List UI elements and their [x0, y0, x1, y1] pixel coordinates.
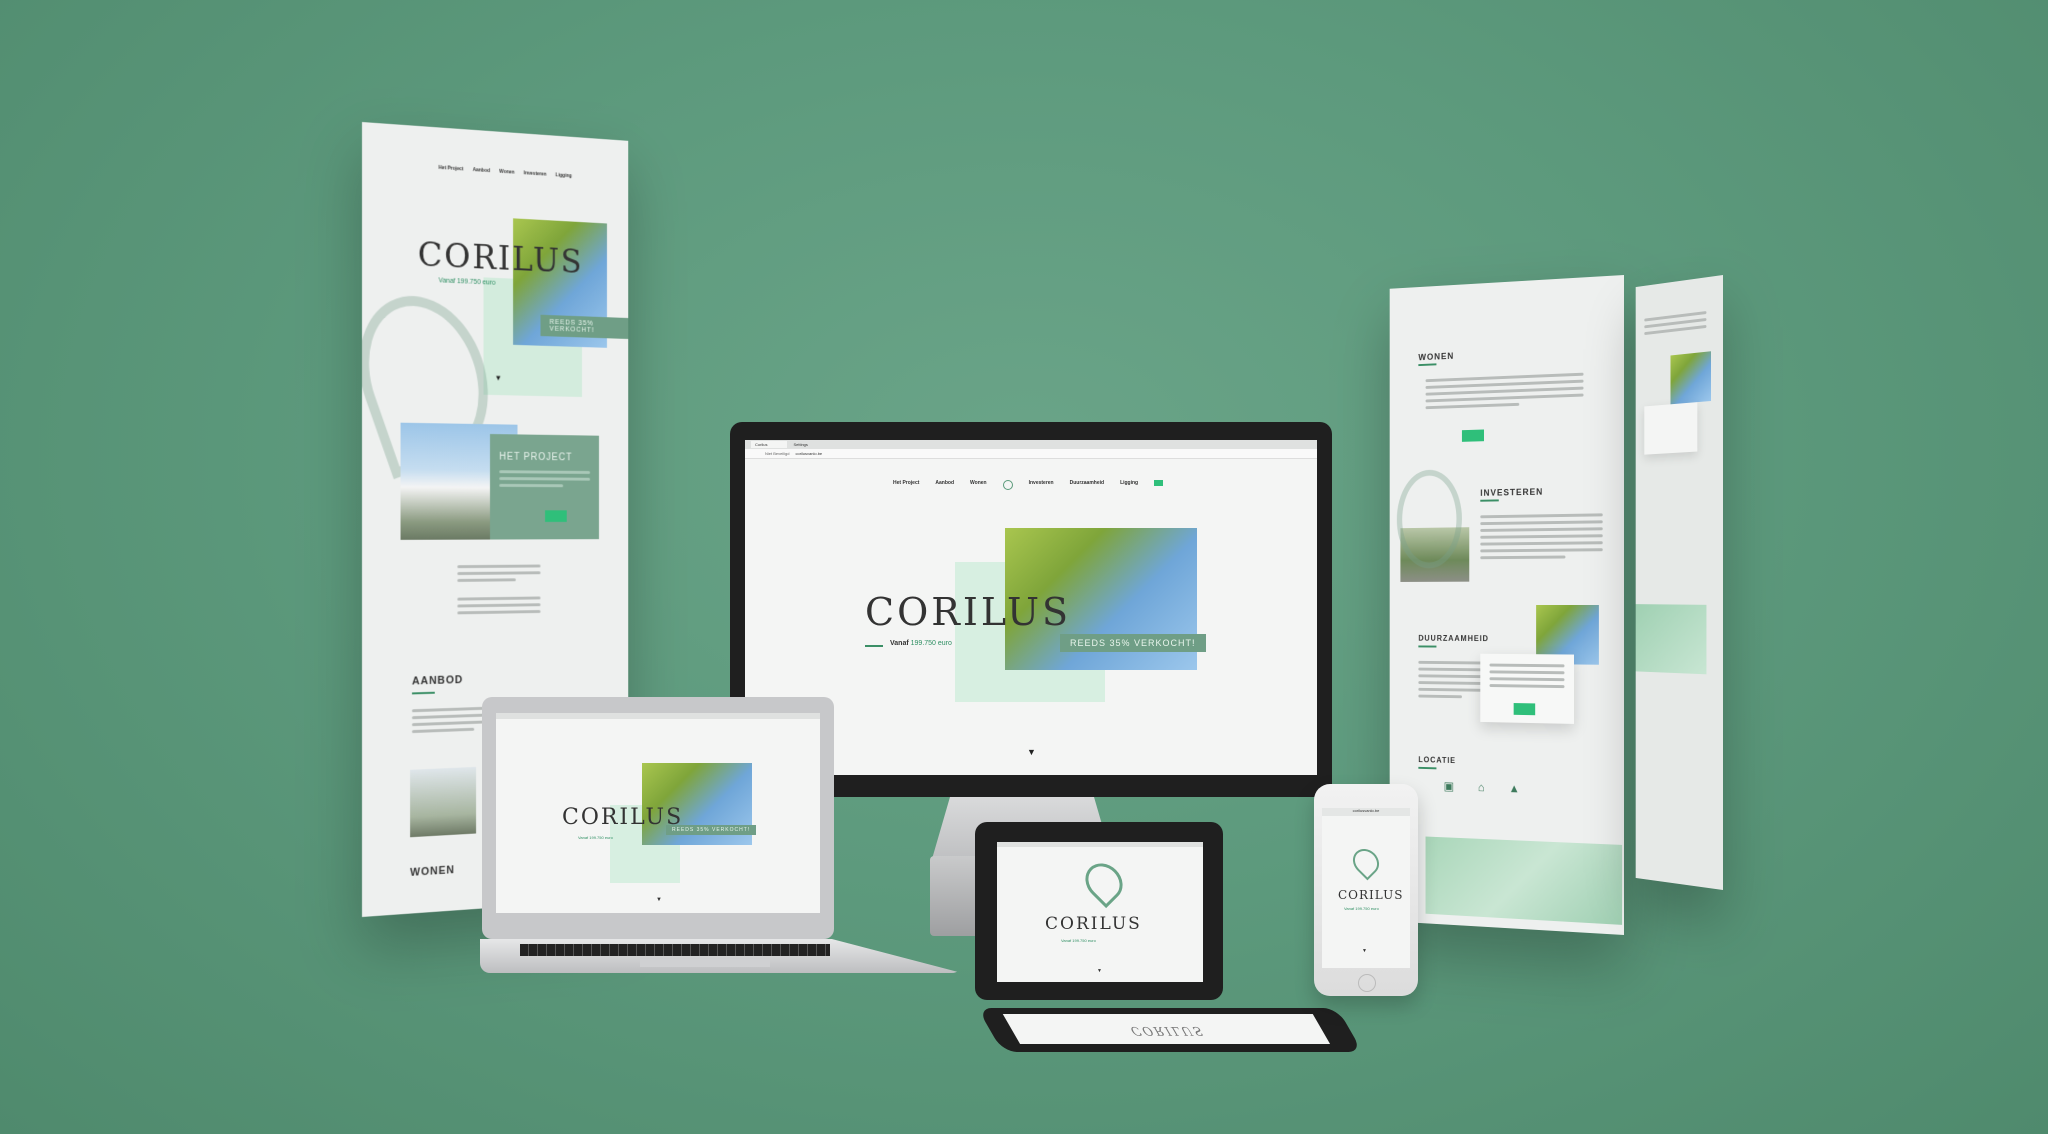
tablet-leaf-logo-icon	[1077, 855, 1131, 909]
investeren-text-block	[1480, 509, 1603, 563]
nav-aanbod[interactable]: Aanbod	[473, 167, 490, 174]
laptop-sold-badge: REEDS 35% VERKOCHT!	[666, 825, 757, 835]
back-panel-text	[1644, 307, 1707, 339]
section-het-project-title: HET PROJECT	[499, 451, 573, 464]
tablet: CORILUS Vanaf 199.750 euro ▼	[975, 822, 1223, 1000]
nav-ligging[interactable]: Ligging	[556, 172, 572, 179]
duurzaamheid-underline	[1418, 645, 1437, 648]
locatie-underline	[1418, 766, 1437, 770]
mail-icon[interactable]	[1154, 480, 1164, 486]
duurzaamheid-card	[1480, 653, 1574, 724]
tablet-flat-screen: CORILUS	[1002, 1014, 1331, 1044]
nav-ligging-main[interactable]: Ligging	[1120, 480, 1138, 490]
nav-wonen[interactable]: Wonen	[499, 169, 514, 176]
address-url[interactable]: corilusvanlo.be	[795, 451, 822, 456]
aanbod-underline	[412, 691, 435, 695]
main-nav: Het Project Aanbod Wonen Investeren Duur…	[893, 480, 1164, 490]
duurzaamheid-button[interactable]	[1513, 703, 1536, 716]
left-section-wonen-title: WONEN	[410, 864, 455, 879]
back-panel-map	[1635, 604, 1707, 675]
laptop-subtitle: Vanaf 199.750 euro	[578, 835, 613, 840]
basket-icon: ⌂	[1477, 780, 1485, 795]
section-duurzaamheid-title: DUURZAAMHEID	[1418, 633, 1489, 644]
right-webpage-panel: WONEN INVESTEREN DUURZAAMHEID LOCATIE ▣ …	[1389, 275, 1624, 935]
locatie-map	[1425, 836, 1623, 925]
phone-leaf-logo-icon	[1347, 843, 1385, 881]
nav-investeren-main[interactable]: Investeren	[1029, 480, 1054, 490]
shop-icon: ▣	[1443, 779, 1455, 794]
phone-subtitle: Vanaf 199.750 euro	[1344, 906, 1379, 911]
nav-investeren[interactable]: Investeren	[524, 170, 547, 177]
phone-url[interactable]: corilusvanlo.be	[1322, 808, 1410, 816]
project-text-block	[457, 561, 541, 619]
scroll-down-icon-main[interactable]: ▼	[1027, 747, 1036, 757]
nav-aanbod-main[interactable]: Aanbod	[935, 480, 954, 490]
laptop-scroll-icon[interactable]: ▼	[656, 897, 662, 903]
wonen-underline	[1418, 363, 1437, 367]
tablet-subtitle: Vanaf 199.750 euro	[1061, 938, 1096, 943]
laptop: CORILUS Vanaf 199.750 euro REEDS 35% VER…	[480, 697, 962, 977]
section-aanbod-title: AANBOD	[412, 674, 464, 688]
wonen-text-block	[1425, 369, 1584, 413]
left-panel-nav: Het Project Aanbod Wonen Investeren Ligg…	[439, 165, 572, 179]
section-investeren-title: INVESTEREN	[1480, 486, 1544, 498]
left-subtitle: Vanaf 199.750 euro	[438, 277, 496, 287]
subtitle-prefix: Vanaf	[890, 640, 909, 647]
aanbod-photo	[410, 766, 477, 838]
section-wonen-title: WONEN	[1418, 350, 1455, 363]
main-subtitle-line	[865, 645, 883, 647]
investeren-underline	[1480, 499, 1499, 502]
phone: corilusvanlo.be CORILUS Vanaf 199.750 eu…	[1314, 784, 1418, 996]
tablet-brand-title: CORILUS	[1045, 914, 1142, 934]
nav-wonen-main[interactable]: Wonen	[970, 480, 987, 490]
laptop-trackpad[interactable]	[640, 959, 770, 967]
nav-het-project-main[interactable]: Het Project	[893, 480, 919, 490]
project-card: HET PROJECT	[490, 433, 599, 540]
address-secure-label: Niet Beveiligd	[765, 451, 790, 456]
phone-brand-title: CORILUS	[1338, 888, 1404, 902]
leaf-watermark-icon-right	[1396, 469, 1462, 569]
left-sold-badge: REEDS 35% VERKOCHT!	[540, 314, 629, 339]
wonen-button[interactable]	[1461, 429, 1485, 442]
nav-het-project[interactable]: Het Project	[439, 165, 464, 172]
laptop-screen: CORILUS Vanaf 199.750 euro REEDS 35% VER…	[496, 713, 820, 913]
phone-scroll-icon[interactable]: ▼	[1362, 948, 1367, 954]
school-icon: ▲	[1508, 781, 1520, 796]
main-sold-badge: REEDS 35% VERKOCHT!	[1060, 634, 1206, 652]
browser-address-bar: Niet Beveiligd corilusvanlo.be	[745, 449, 1317, 459]
browser-tab-bar: Corilus Settings	[745, 440, 1317, 449]
laptop-keyboard[interactable]	[520, 944, 830, 956]
tablet-screen: CORILUS Vanaf 199.750 euro ▼	[997, 842, 1203, 982]
left-brand-title: CORILUS	[417, 234, 584, 282]
back-panel-card	[1644, 402, 1698, 455]
phone-home-button[interactable]	[1358, 974, 1376, 992]
phone-screen: corilusvanlo.be CORILUS Vanaf 199.750 eu…	[1322, 808, 1410, 968]
scroll-down-icon[interactable]: ▼	[495, 374, 502, 383]
nav-duurzaamheid-main[interactable]: Duurzaamheid	[1070, 480, 1104, 490]
subtitle-price: 199.750 euro	[910, 640, 952, 647]
browser-tab-corilus[interactable]: Corilus	[751, 441, 788, 448]
tablet-flat: CORILUS	[977, 1008, 1363, 1052]
nav-logo-icon[interactable]	[1002, 480, 1013, 490]
laptop-brand-title: CORILUS	[562, 805, 684, 830]
browser-tab-settings[interactable]: Settings	[793, 442, 807, 447]
project-more-button[interactable]	[545, 510, 568, 522]
right-back-webpage-panel	[1635, 275, 1723, 890]
tablet-scroll-icon[interactable]: ▼	[1097, 968, 1102, 974]
main-subtitle: Vanaf 199.750 euro	[890, 640, 952, 647]
locatie-icons-row: ▣ ⌂ ▲	[1444, 779, 1520, 795]
back-panel-leaf-image	[1670, 351, 1712, 405]
tablet-flat-brand-title: CORILUS	[1127, 1024, 1208, 1038]
main-brand-title: CORILUS	[865, 590, 1072, 634]
section-locatie-title: LOCATIE	[1418, 755, 1456, 766]
